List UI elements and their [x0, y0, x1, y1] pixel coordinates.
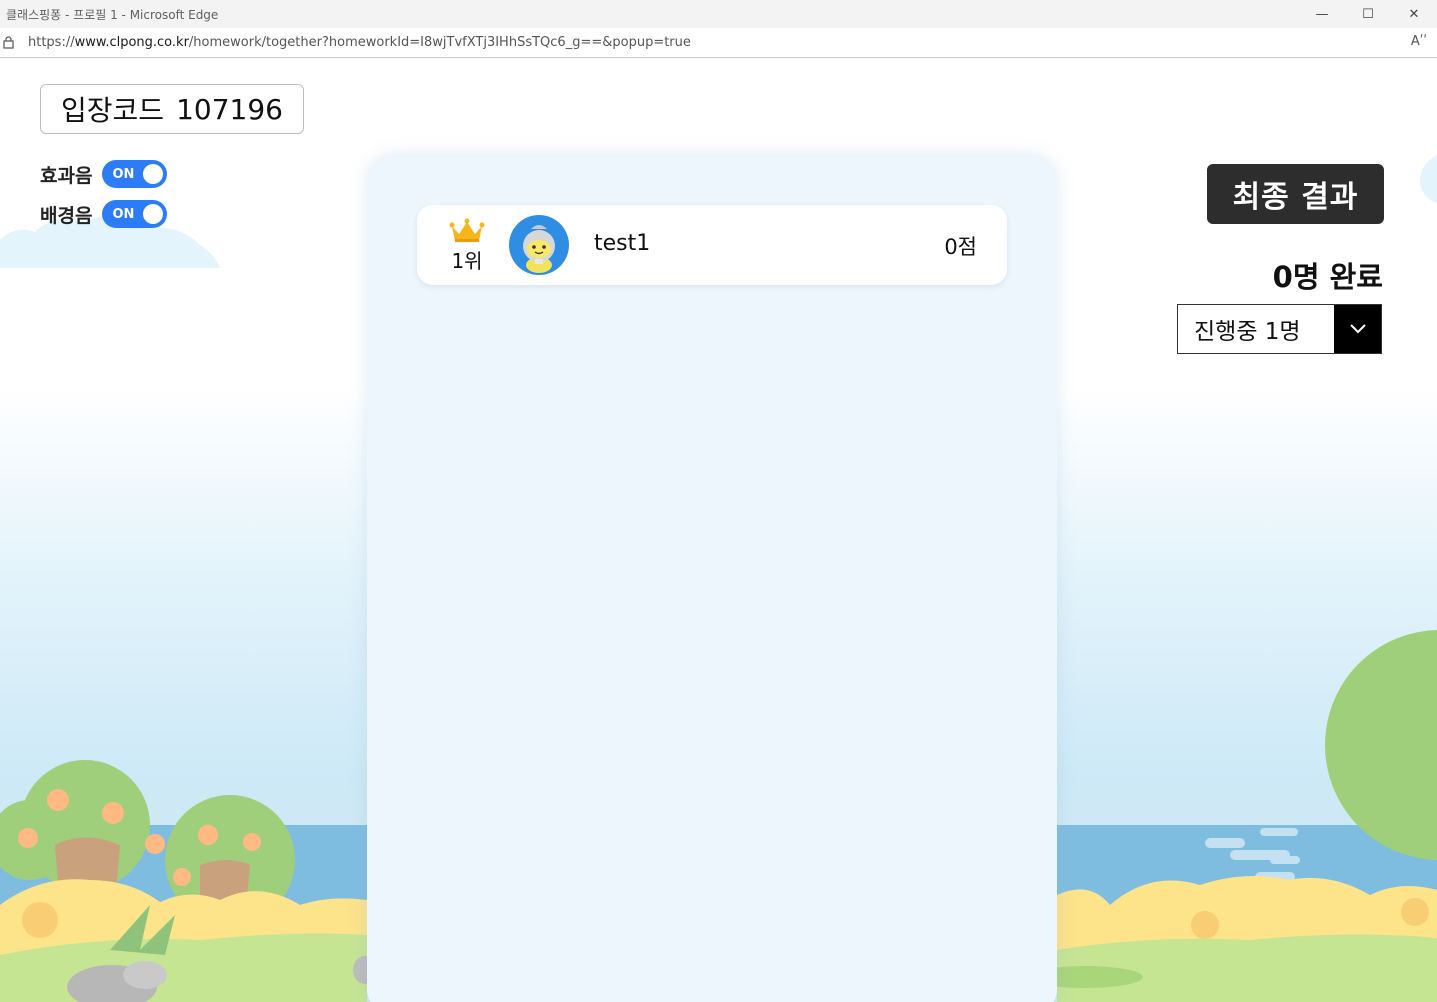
window-titlebar: 클래스핑퐁 - 프로필 1 - Microsoft Edge — ☐ ✕: [0, 0, 1437, 28]
sound-effect-switch[interactable]: ON: [102, 160, 168, 188]
status-dropdown-value: 진행중 1명: [1194, 319, 1301, 345]
maximize-button[interactable]: ☐: [1345, 0, 1391, 28]
leaderboard-row[interactable]: 1위 test1 0점: [417, 205, 1007, 285]
address-bar[interactable]: https://www.clpong.co.kr/homework/togeth…: [0, 28, 1437, 58]
lock-icon[interactable]: [2, 36, 14, 50]
sound-effect-label: 효과음: [40, 164, 93, 187]
entry-code-box: 입장코드 107196: [40, 84, 304, 134]
crown-icon: [449, 218, 485, 242]
leaderboard-panel: 1위 test1 0점: [367, 155, 1057, 1002]
url-text[interactable]: https://www.clpong.co.kr/homework/togeth…: [28, 35, 691, 50]
url-domain: www.clpong.co.kr: [74, 35, 189, 50]
chevron-down-icon[interactable]: [1334, 305, 1381, 353]
url-prefix: https://: [28, 35, 75, 50]
window-controls: — ☐ ✕: [1299, 0, 1437, 28]
final-result-button[interactable]: 최종 결과: [1207, 164, 1384, 224]
switch-knob: [143, 164, 164, 184]
entry-code-label: 입장코드: [61, 94, 165, 127]
player-name: test1: [594, 231, 651, 256]
switch-state-text: ON: [112, 206, 135, 222]
sound-effect-toggle-row: 효과음 ON: [40, 160, 168, 188]
read-aloud-icon[interactable]: Aʹʹ: [1411, 34, 1427, 49]
status-dropdown[interactable]: 진행중 1명: [1177, 304, 1382, 354]
minimize-button[interactable]: —: [1299, 0, 1345, 28]
background-music-toggle-row: 배경음 ON: [40, 200, 168, 228]
window-title: 클래스핑퐁 - 프로필 1 - Microsoft Edge: [6, 7, 219, 22]
entry-code-value: 107196: [176, 92, 283, 126]
knight-character-icon: [523, 225, 555, 273]
switch-knob: [143, 204, 164, 224]
background-music-label: 배경음: [40, 204, 93, 227]
avatar: [509, 215, 569, 275]
switch-state-text: ON: [112, 166, 135, 182]
homework-together-page: 입장코드 107196 효과음 ON 배경음 ON 1위 test1 0점 최종…: [0, 58, 1437, 1002]
url-path: /homework/together?homeworkId=I8wjTvfXTj…: [188, 35, 691, 50]
rank-label: 1위: [451, 249, 483, 273]
player-score: 0점: [944, 235, 977, 259]
close-button[interactable]: ✕: [1391, 0, 1437, 28]
background-music-switch[interactable]: ON: [102, 200, 168, 228]
completed-count: 0명 완료: [1272, 260, 1383, 294]
